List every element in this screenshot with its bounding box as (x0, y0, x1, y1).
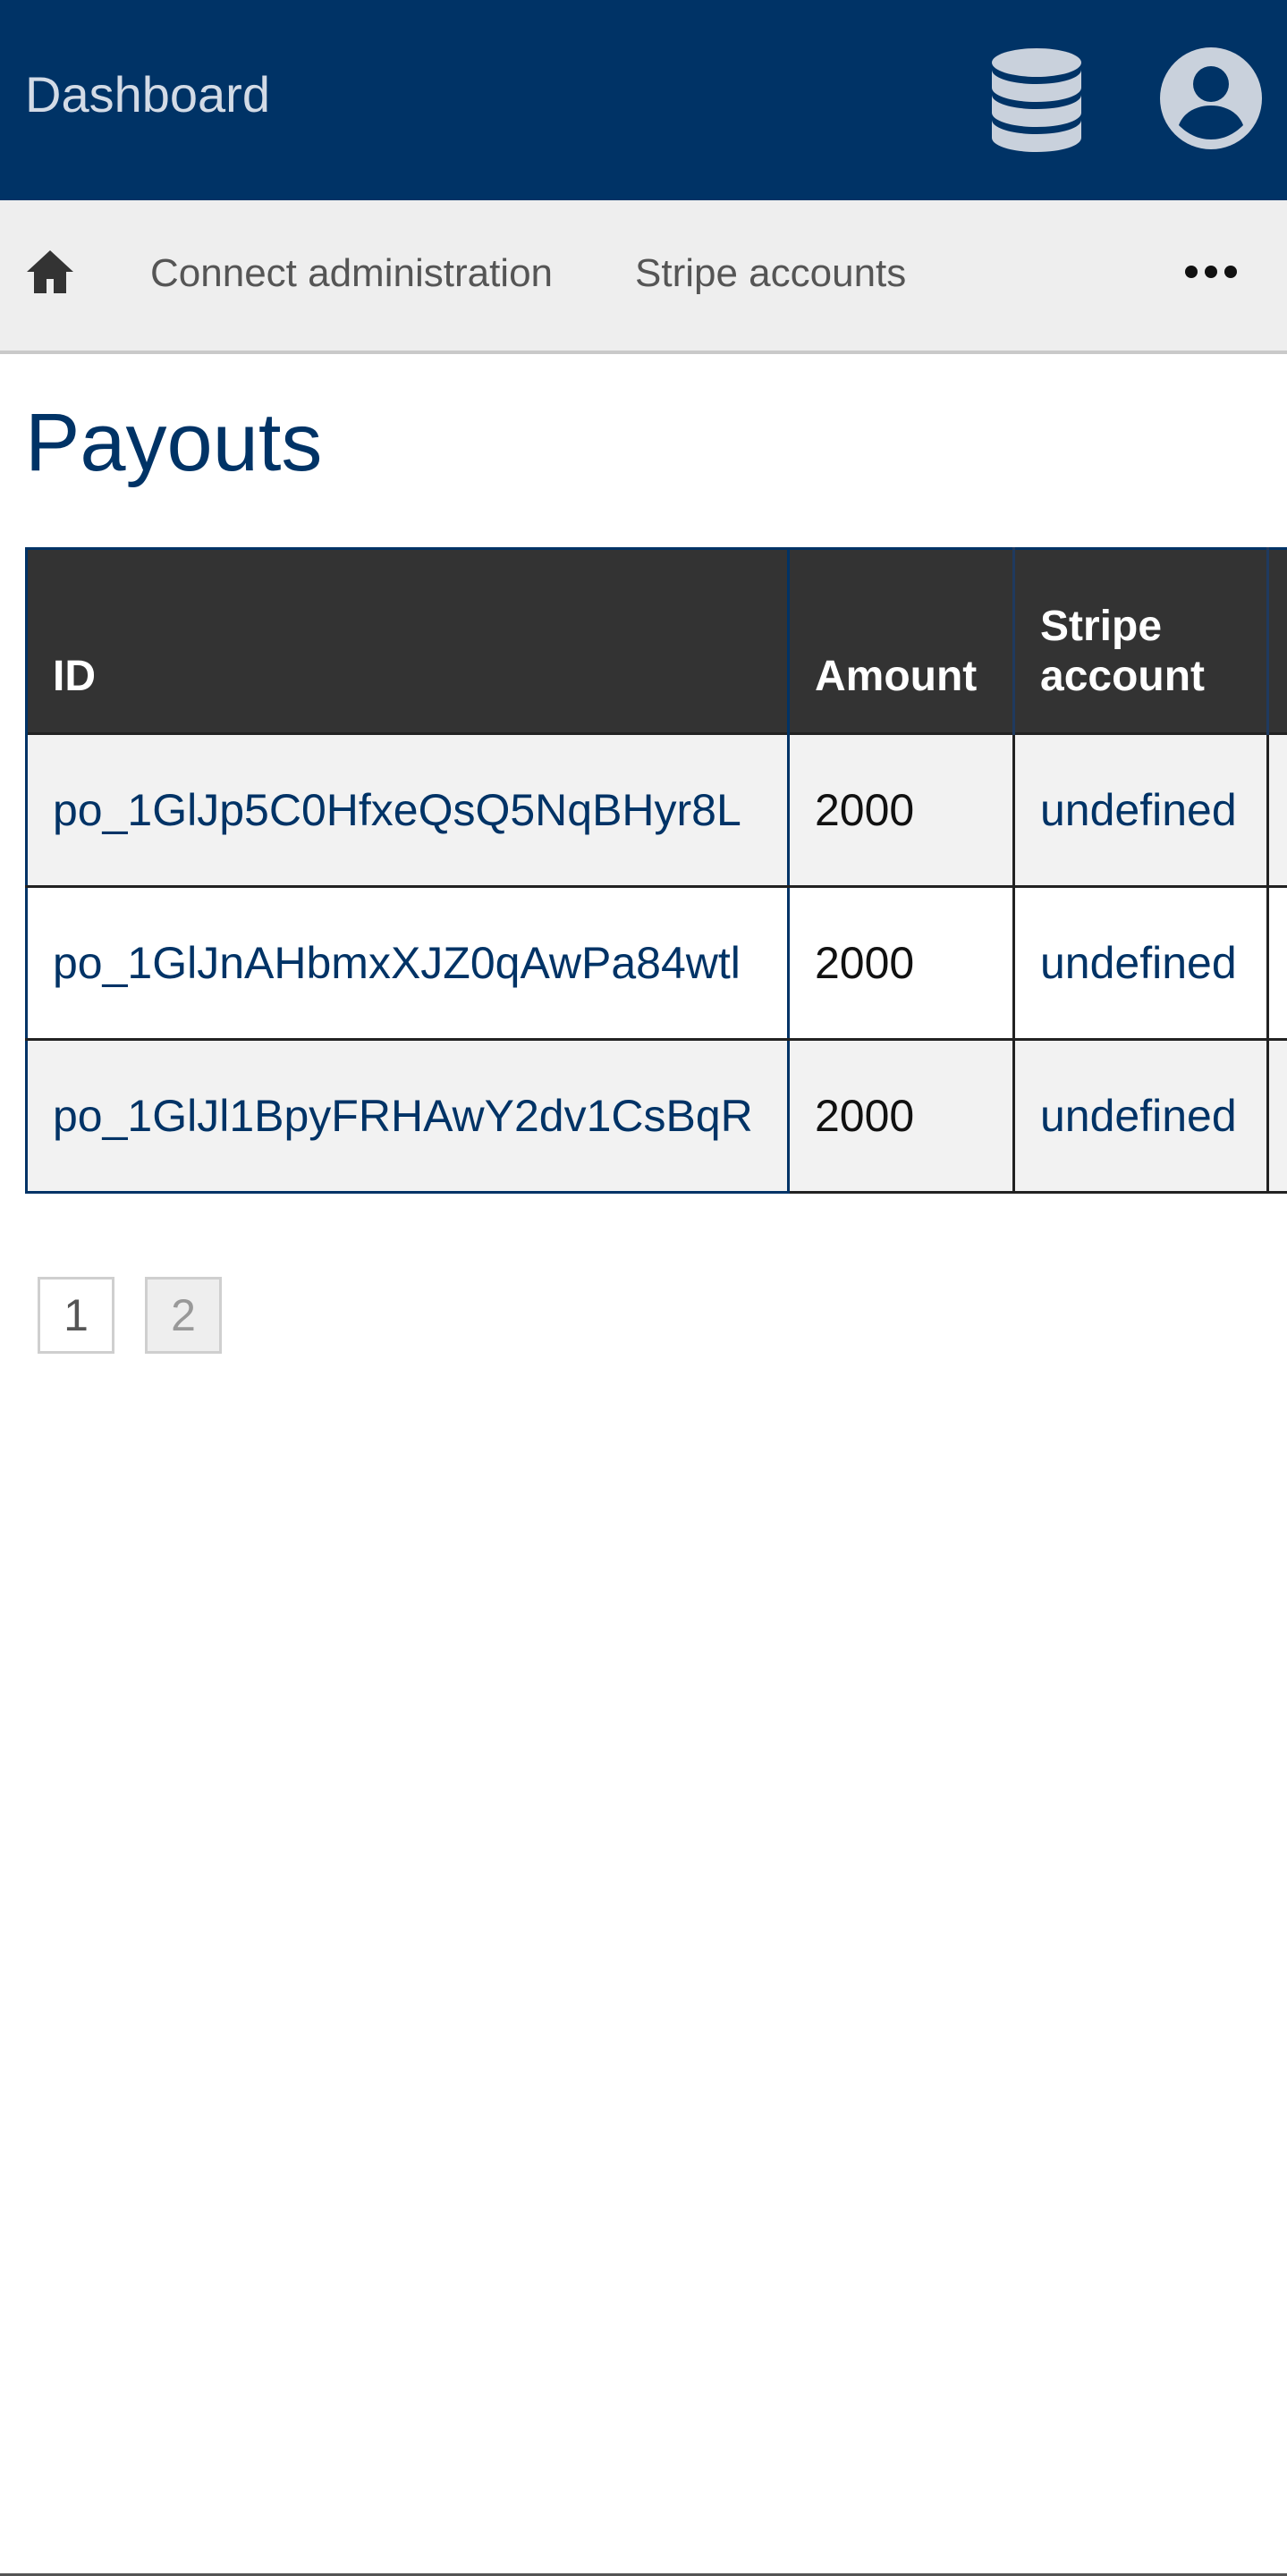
payout-id-cell: po_1GlJl1BpyFRHAwY2dv1CsBqR (25, 1038, 790, 1194)
payout-amount-cell: 2000 (787, 1038, 1015, 1194)
payout-id-link[interactable]: po_1GlJl1BpyFRHAwY2dv1CsBqR (53, 1091, 753, 1141)
breadcrumb: Connect administration Stripe accounts (0, 200, 1287, 354)
payout-amount-cell: 2000 (787, 885, 1015, 1041)
page-button-2-current[interactable]: 2 (145, 1277, 222, 1354)
overflow-cell (1266, 1038, 1287, 1194)
payout-amount-cell: 2000 (787, 732, 1015, 888)
payout-id-link[interactable]: po_1GlJp5C0HfxeQsQ5NqBHyr8L (53, 785, 741, 835)
page-button-1[interactable]: 1 (38, 1277, 114, 1354)
breadcrumb-connect-administration[interactable]: Connect administration (150, 250, 553, 297)
payouts-table-container: ID Amount Stripe account po_1GlJp5C0Hfxe… (25, 547, 1287, 1194)
home-icon[interactable] (25, 247, 75, 297)
stripe-account-cell: undefined (1012, 732, 1269, 888)
breadcrumb-stripe-accounts[interactable]: Stripe accounts (635, 250, 906, 297)
stripe-account-link[interactable]: undefined (1040, 785, 1237, 835)
table-row: po_1GlJnAHbmxXJZ0qAwPa84wtl 2000 undefin… (25, 885, 1287, 1041)
overflow-cell (1266, 732, 1287, 888)
more-horizontal-icon[interactable] (1184, 259, 1238, 284)
page-title: Payouts (25, 397, 323, 488)
table-row: po_1GlJp5C0HfxeQsQ5NqBHyr8L 2000 undefin… (25, 732, 1287, 888)
app-title[interactable]: Dashboard (25, 64, 270, 125)
account-circle-icon[interactable] (1159, 46, 1263, 150)
payout-id-link[interactable]: po_1GlJnAHbmxXJZ0qAwPa84wtl (53, 938, 741, 988)
column-header-stripe-account[interactable]: Stripe account (1012, 547, 1269, 734)
payout-id-cell: po_1GlJp5C0HfxeQsQ5NqBHyr8L (25, 732, 790, 888)
column-header-overflow (1266, 547, 1287, 734)
top-header: Dashboard (0, 0, 1287, 200)
database-icon[interactable] (989, 46, 1084, 154)
stripe-account-cell: undefined (1012, 1038, 1269, 1194)
payouts-table: ID Amount Stripe account po_1GlJp5C0Hfxe… (25, 547, 1287, 1194)
column-header-amount[interactable]: Amount (787, 547, 1015, 734)
table-header-row: ID Amount Stripe account (25, 547, 1287, 734)
overflow-cell (1266, 885, 1287, 1041)
payout-id-cell: po_1GlJnAHbmxXJZ0qAwPa84wtl (25, 885, 790, 1041)
column-header-id[interactable]: ID (25, 547, 790, 734)
stripe-account-cell: undefined (1012, 885, 1269, 1041)
table-row: po_1GlJl1BpyFRHAwY2dv1CsBqR 2000 undefin… (25, 1038, 1287, 1194)
stripe-account-link[interactable]: undefined (1040, 1091, 1237, 1141)
stripe-account-link[interactable]: undefined (1040, 938, 1237, 988)
